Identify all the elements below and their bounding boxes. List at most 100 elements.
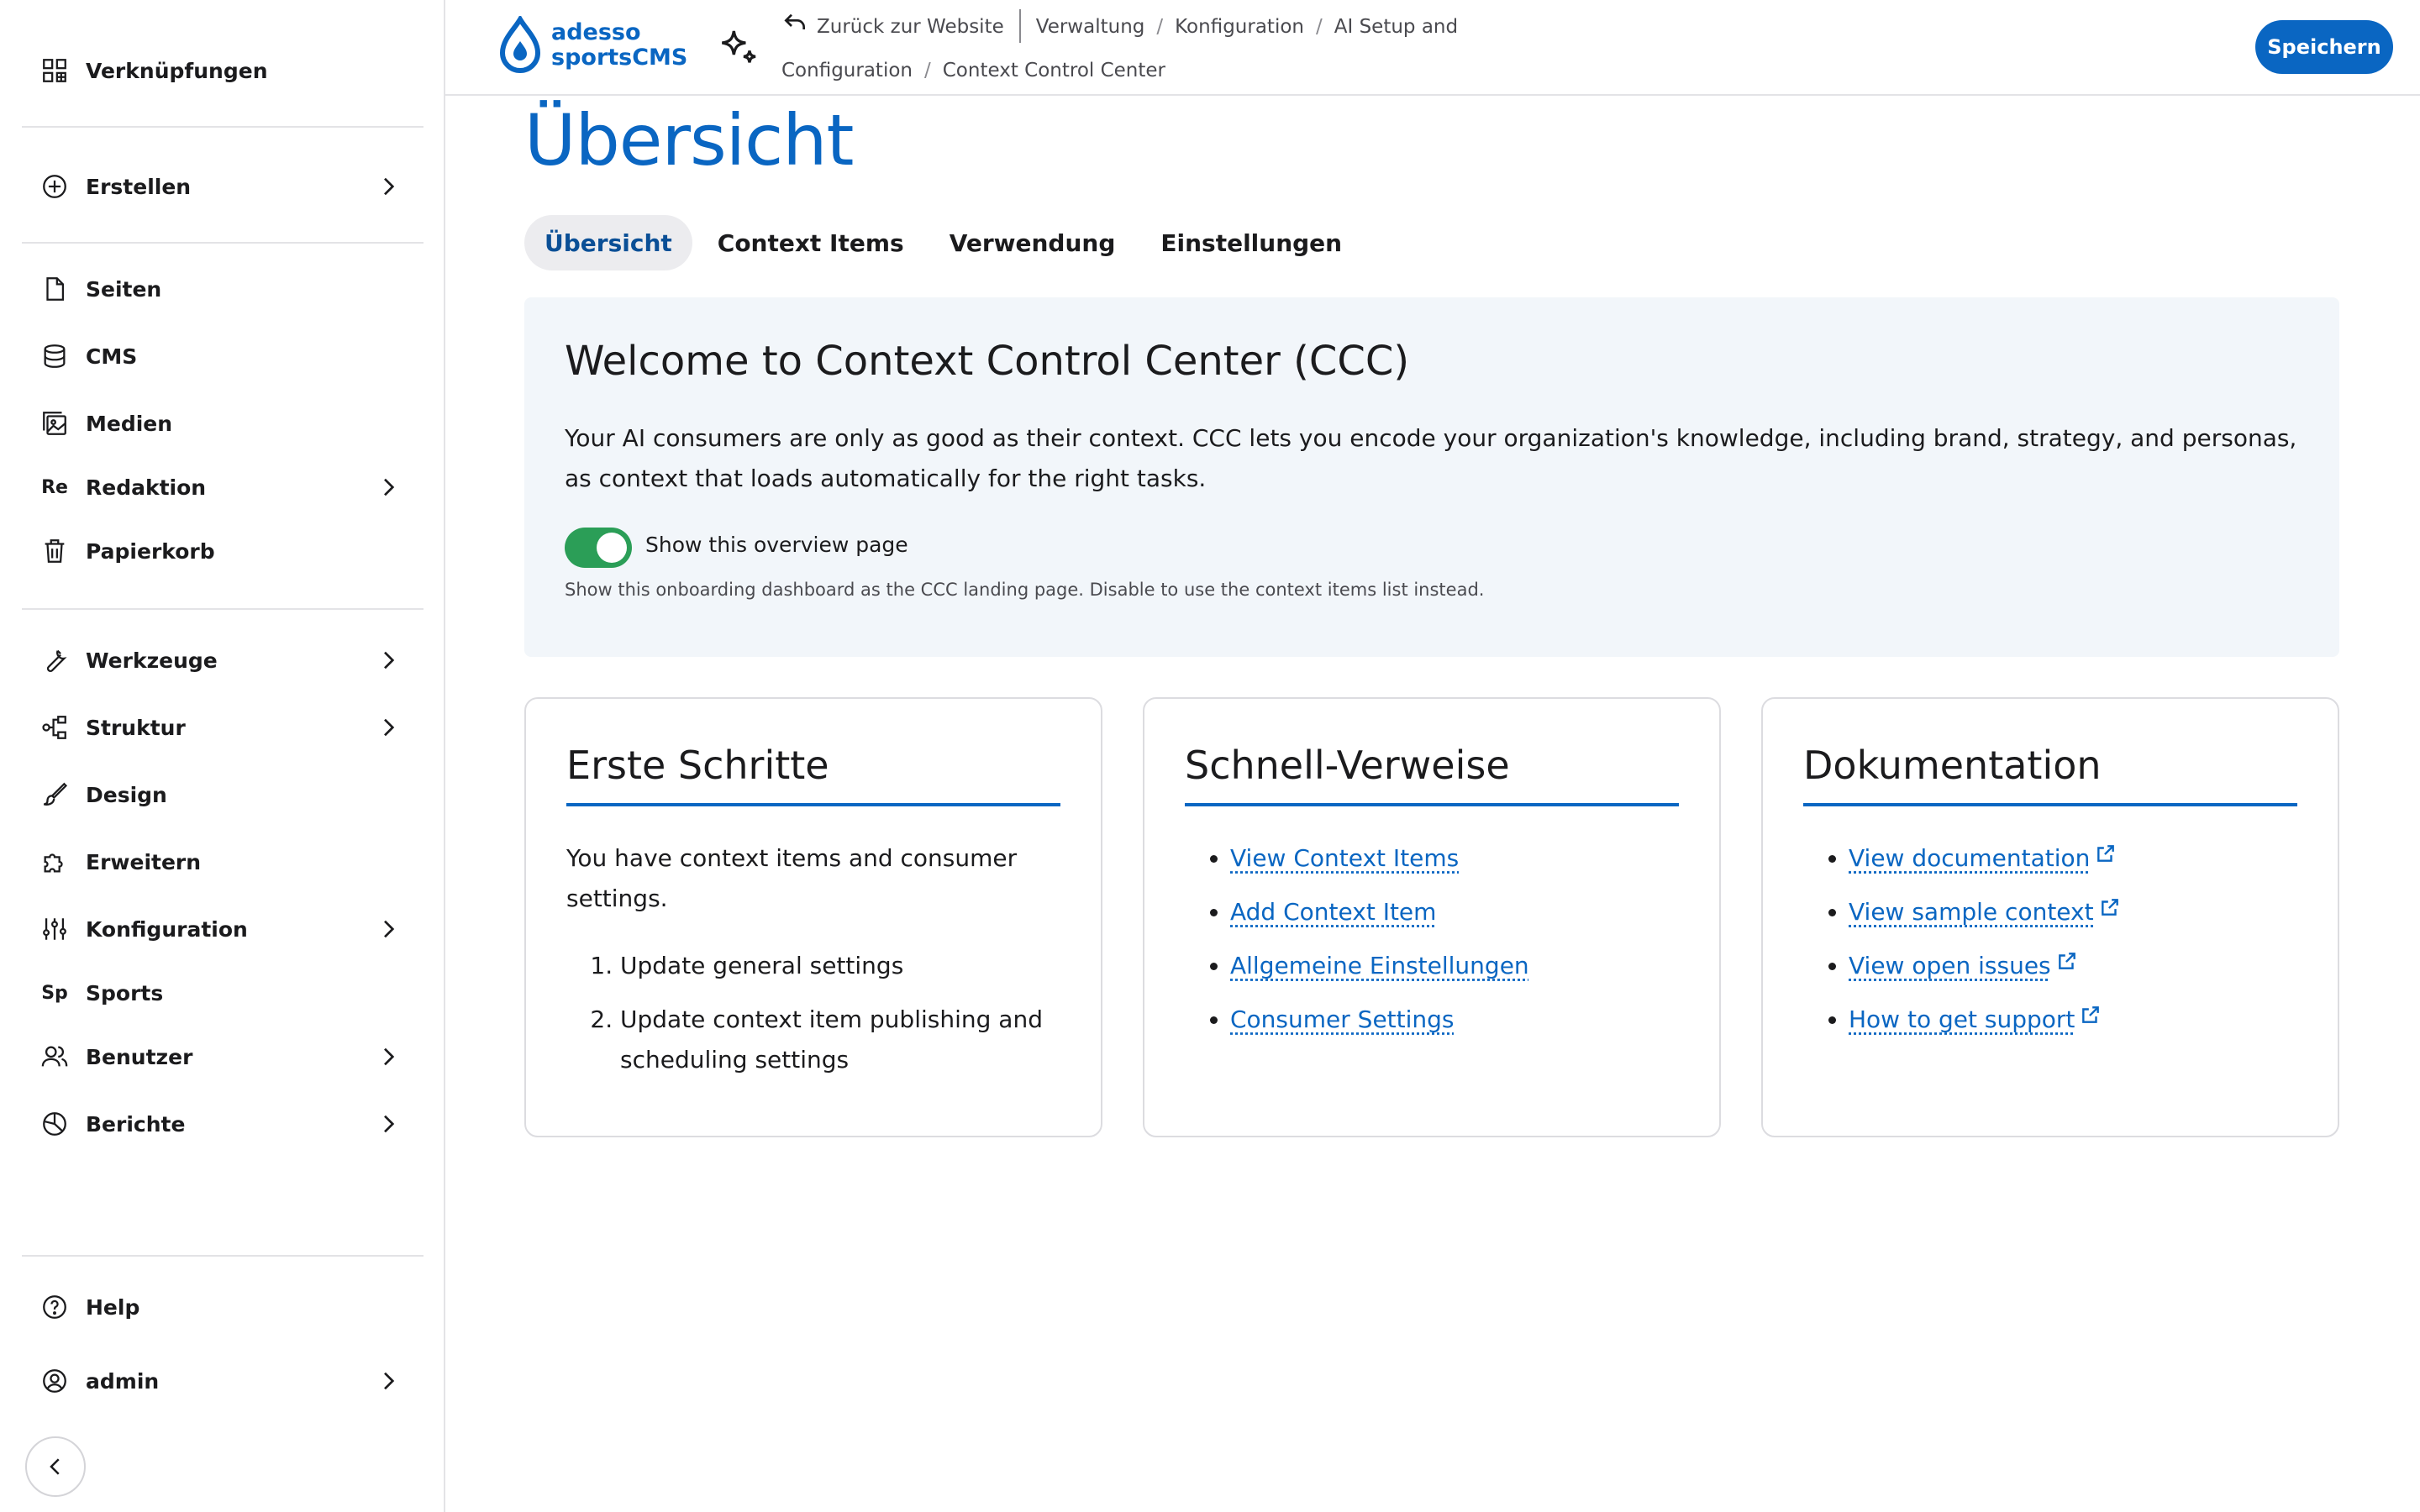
sidebar-item-label: Redaktion — [86, 475, 207, 500]
list-item: View documentation — [1849, 838, 2302, 879]
sidebar-item-sports[interactable]: Sp Sports — [40, 969, 410, 1016]
chevron-left-icon — [50, 1458, 60, 1475]
breadcrumb-divider — [1018, 9, 1021, 43]
consumer-settings-link[interactable]: Consumer Settings — [1230, 1005, 1455, 1033]
tab-verwendung[interactable]: Verwendung — [929, 215, 1136, 270]
sidebar-item-label: Seiten — [86, 276, 162, 302]
sidebar-item-help[interactable]: Help — [40, 1284, 410, 1331]
sidebar-item-label: Benutzer — [86, 1044, 193, 1069]
redaktion-abbr-icon: Re — [41, 476, 68, 498]
welcome-heading: Welcome to Context Control Center (CCC) — [565, 338, 1410, 385]
breadcrumb-current: Context Control Center — [942, 60, 1166, 81]
list-item: Add Context Item — [1230, 892, 1684, 932]
user-circle-icon — [40, 1367, 69, 1395]
sidebar-item-label: Erweitern — [86, 849, 202, 874]
list-item: View open issues — [1849, 946, 2302, 986]
first-steps-text: You have context items and consumer sett… — [566, 844, 1018, 912]
list-item: Update general settings — [620, 946, 1067, 986]
sidebar-item-label: Struktur — [86, 715, 186, 740]
view-sample-context-link[interactable]: View sample context — [1849, 898, 2094, 926]
sidebar-item-label: Help — [86, 1294, 140, 1320]
chevron-right-icon — [384, 1372, 395, 1390]
list-item: View Context Items — [1230, 838, 1684, 879]
list-item: Update context item publishing and sched… — [620, 1000, 1067, 1080]
save-button[interactable]: Speichern — [2255, 20, 2393, 74]
quick-links-list: View Context Items Add Context Item Allg… — [1213, 838, 1684, 1053]
sidebar-item-papierkorb[interactable]: Papierkorb — [40, 528, 410, 575]
sidebar-item-benutzer[interactable]: Benutzer — [40, 1033, 410, 1080]
sidebar-item-werkzeuge[interactable]: Werkzeuge — [40, 637, 410, 684]
sidebar: Verknüpfungen Erstellen Seiten CMS Medie… — [0, 0, 445, 1512]
sidebar-item-cms[interactable]: CMS — [40, 333, 410, 380]
chevron-right-icon — [384, 920, 395, 938]
documentation-card: Dokumentation View documentation View sa… — [1761, 697, 2339, 1137]
tab-context-items[interactable]: Context Items — [697, 215, 924, 270]
tab-uebersicht[interactable]: Übersicht — [524, 215, 692, 270]
sports-abbr-icon: Sp — [41, 982, 68, 1004]
sidebar-item-verknuepfungen[interactable]: Verknüpfungen — [40, 47, 410, 94]
quick-links-card: Schnell-Verweise View Context Items Add … — [1143, 697, 1721, 1137]
breadcrumb-konfiguration[interactable]: Konfiguration — [1175, 16, 1304, 38]
sidebar-item-label: Konfiguration — [86, 916, 248, 942]
view-documentation-link[interactable]: View documentation — [1849, 844, 2090, 872]
card-title: Schnell-Verweise — [1185, 743, 1679, 806]
sidebar-item-user[interactable]: admin — [40, 1357, 410, 1404]
sidebar-item-konfiguration[interactable]: Konfiguration — [40, 906, 410, 953]
documentation-list: View documentation View sample context V… — [1832, 838, 2302, 1053]
breadcrumb-verwaltung[interactable]: Verwaltung — [1036, 16, 1145, 38]
help-icon — [40, 1293, 69, 1321]
chevron-right-icon — [384, 651, 395, 669]
page-icon — [40, 275, 69, 303]
sidebar-divider — [22, 126, 424, 128]
logo[interactable]: adesso sportsCMS — [497, 12, 691, 79]
overview-toggle-description: Show this onboarding dashboard as the CC… — [565, 580, 1485, 600]
sidebar-item-seiten[interactable]: Seiten — [40, 265, 410, 312]
puzzle-icon — [40, 848, 69, 876]
sidebar-item-label: Werkzeuge — [86, 648, 218, 673]
sidebar-item-label: admin — [86, 1368, 160, 1394]
link-label: View documentation — [1849, 844, 2091, 872]
sidebar-item-label: Design — [86, 782, 167, 807]
chevron-right-icon — [384, 177, 395, 196]
logo-line-1: adesso — [551, 19, 641, 45]
sidebar-item-berichte[interactable]: Berichte — [40, 1100, 410, 1147]
breadcrumb: Zurück zur Website Verwaltung / Konfigurati… — [781, 5, 1470, 92]
external-link-icon — [2097, 845, 2115, 862]
wrench-icon — [40, 646, 69, 675]
plus-circle-icon — [40, 172, 69, 201]
list-item: How to get support — [1849, 1000, 2302, 1040]
collapse-sidebar-button[interactable] — [25, 1436, 86, 1497]
overview-toggle[interactable] — [565, 528, 632, 568]
add-context-item-link[interactable]: Add Context Item — [1230, 898, 1436, 926]
sidebar-item-label: Berichte — [86, 1111, 186, 1137]
sidebar-item-struktur[interactable]: Struktur — [40, 704, 410, 751]
link-label: How to get support — [1849, 1005, 2075, 1033]
welcome-panel: Welcome to Context Control Center (CCC) … — [524, 297, 2339, 657]
first-steps-list: Update general settings Update context i… — [597, 946, 1067, 1094]
sidebar-divider — [22, 242, 424, 244]
overview-toggle-label[interactable]: Show this overview page — [645, 533, 908, 557]
view-open-issues-link[interactable]: View open issues — [1849, 952, 2051, 979]
pie-chart-icon — [40, 1110, 69, 1138]
sidebar-item-label: CMS — [86, 344, 138, 369]
sidebar-item-design[interactable]: Design — [40, 771, 410, 818]
tab-einstellungen[interactable]: Einstellungen — [1140, 215, 1362, 270]
view-context-items-link[interactable]: View Context Items — [1230, 844, 1459, 872]
back-to-website-link[interactable]: Zurück zur Website — [781, 13, 1004, 38]
external-link-icon — [2058, 953, 2075, 969]
drop-logo-icon — [499, 16, 541, 73]
sidebar-item-erstellen[interactable]: Erstellen — [40, 163, 410, 210]
ai-sparkle-icon[interactable] — [714, 25, 761, 72]
tab-bar: Übersicht Context Items Verwendung Einst… — [524, 215, 1367, 270]
get-support-link[interactable]: How to get support — [1849, 1005, 2075, 1033]
trash-icon — [40, 537, 69, 565]
sidebar-item-redaktion[interactable]: Re Redaktion — [40, 464, 410, 511]
list-item: Allgemeine Einstellungen — [1230, 946, 1684, 986]
sidebar-item-label: Medien — [86, 411, 173, 436]
sidebar-item-medien[interactable]: Medien — [40, 400, 410, 447]
sidebar-item-label: Sports — [86, 980, 164, 1005]
logo-line-2: sportsCMS — [551, 45, 688, 71]
chevron-right-icon — [384, 718, 395, 737]
general-settings-link[interactable]: Allgemeine Einstellungen — [1230, 952, 1529, 979]
sidebar-item-erweitern[interactable]: Erweitern — [40, 838, 410, 885]
